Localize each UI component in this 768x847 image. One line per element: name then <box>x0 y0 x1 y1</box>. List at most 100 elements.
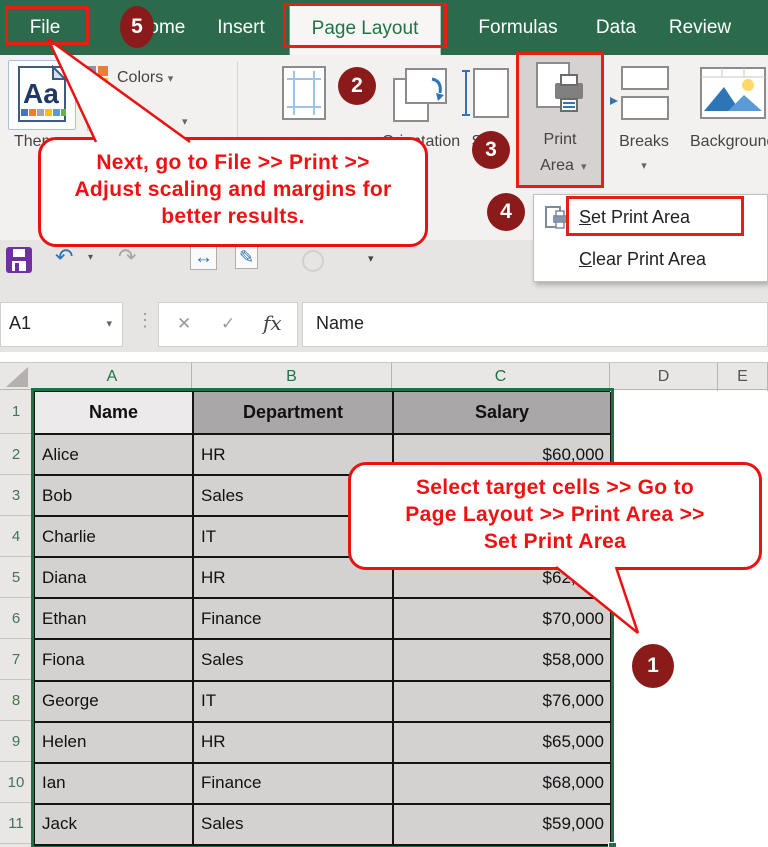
save-icon[interactable] <box>6 247 32 273</box>
qat-chevron-down-icon[interactable]: ▾ <box>368 252 374 265</box>
breaks-chevron-down-icon: ▾ <box>641 159 647 172</box>
separator-dots-icon[interactable]: ⋮ <box>136 310 154 331</box>
cell-b9[interactable]: HR <box>194 723 394 764</box>
cell-a9[interactable]: Helen <box>35 723 194 764</box>
row-number-gutter: 1 2 3 4 5 6 7 8 9 10 11 <box>0 390 32 847</box>
formula-bar[interactable]: Name <box>302 302 768 347</box>
cell-a8[interactable]: George <box>35 682 194 723</box>
undo-icon[interactable]: ↶ <box>55 244 73 270</box>
row-header-8[interactable]: 8 <box>0 680 32 721</box>
clear-print-area-label: Clear Print Area <box>579 249 706 270</box>
tab-formulas[interactable]: Formulas <box>478 0 557 55</box>
callout-set-print-area: Select target cells >> Go to Page Layout… <box>348 462 762 570</box>
breaks-label: Breaks <box>619 133 669 151</box>
formula-bar-value: Name <box>316 313 364 334</box>
row-header-4[interactable]: 4 <box>0 516 32 557</box>
worksheet: A B C D E 1 2 3 4 5 6 7 8 9 10 11 Name D… <box>0 352 768 847</box>
cell-c7[interactable]: $58,000 <box>394 640 612 681</box>
cancel-icon[interactable]: ✕ <box>177 314 191 334</box>
print-area-chevron-down-icon: ▾ <box>581 160 587 173</box>
redo-icon[interactable]: ↷ <box>118 244 136 270</box>
row-header-10[interactable]: 10 <box>0 762 32 803</box>
cell-b8[interactable]: IT <box>194 682 394 723</box>
step-badge-3: 3 <box>472 131 510 169</box>
cell-a1[interactable]: Name <box>35 392 194 435</box>
cell-b10[interactable]: Finance <box>194 764 394 805</box>
enter-check-icon[interactable]: ✓ <box>221 314 235 334</box>
print-area-button[interactable]: Print Area ▾ <box>519 55 601 186</box>
row-header-7[interactable]: 7 <box>0 639 32 680</box>
tab-review[interactable]: Review <box>669 0 731 55</box>
breaks-button[interactable] <box>608 63 672 121</box>
undo-chevron-down-icon[interactable]: ▾ <box>88 252 93 263</box>
set-print-area-icon <box>544 205 570 231</box>
tab-file[interactable]: File <box>30 0 61 55</box>
print-area-label-line2: Area <box>540 157 574 175</box>
cell-b11[interactable]: Sales <box>194 805 394 846</box>
cell-a6[interactable]: Ethan <box>35 599 194 640</box>
column-header-c[interactable]: C <box>392 363 610 391</box>
cell-a3[interactable]: Bob <box>35 476 194 517</box>
fonts-chevron-down-icon[interactable]: ▾ <box>182 115 188 128</box>
menu-item-set-print-area[interactable]: Set Print Area <box>534 197 767 237</box>
row-header-1[interactable]: 1 <box>0 390 32 434</box>
print-area-icon <box>535 61 587 121</box>
background-button[interactable] <box>700 67 768 119</box>
edit-mode-icon[interactable]: ✎ <box>235 246 258 269</box>
fill-handle[interactable] <box>608 842 617 847</box>
colors-button[interactable]: Colors ▾ <box>117 69 173 87</box>
cell-b6[interactable]: Finance <box>194 599 394 640</box>
name-box-value: A1 <box>9 313 31 334</box>
cell-b7[interactable]: Sales <box>194 640 394 681</box>
cell-c1[interactable]: Salary <box>394 392 612 435</box>
size-button[interactable] <box>462 65 512 123</box>
select-all-icon[interactable] <box>6 367 28 387</box>
tab-insert[interactable]: Insert <box>217 0 265 55</box>
row-header-9[interactable]: 9 <box>0 721 32 762</box>
cell-a4[interactable]: Charlie <box>35 517 194 558</box>
fonts-icon[interactable]: A <box>87 107 111 131</box>
column-header-a[interactable]: A <box>33 363 192 391</box>
menu-item-clear-print-area[interactable]: Clear Print Area <box>534 239 767 279</box>
cell-c6[interactable]: $70,000 <box>394 599 612 640</box>
tab-data[interactable]: Data <box>596 0 636 55</box>
cell-c9[interactable]: $65,000 <box>394 723 612 764</box>
cell-a2[interactable]: Alice <box>35 435 194 476</box>
customize-circle-icon[interactable] <box>302 250 324 272</box>
step-badge-4: 4 <box>487 193 525 231</box>
row-header-6[interactable]: 6 <box>0 598 32 639</box>
margins-button[interactable] <box>277 65 331 121</box>
svg-text:Aa: Aa <box>23 78 59 109</box>
column-header-d[interactable]: D <box>610 363 718 391</box>
row-header-11[interactable]: 11 <box>0 803 32 844</box>
background-label: Background <box>690 133 768 151</box>
orientation-button[interactable] <box>392 65 448 123</box>
callout-file-print: Next, go to File >> Print >> Adjust scal… <box>38 137 428 247</box>
row-header-5[interactable]: 5 <box>0 557 32 598</box>
insert-function-icon[interactable]: fx <box>263 311 282 335</box>
cell-b1[interactable]: Department <box>194 392 394 435</box>
callout-set-print-area-line2: Page Layout >> Print Area >> <box>351 501 759 528</box>
cell-c8[interactable]: $76,000 <box>394 682 612 723</box>
cell-a7[interactable]: Fiona <box>35 640 194 681</box>
cell-a10[interactable]: Ian <box>35 764 194 805</box>
cell-a11[interactable]: Jack <box>35 805 194 846</box>
name-box-chevron-down-icon[interactable]: ▾ <box>106 317 112 330</box>
cell-c11[interactable]: $59,000 <box>394 805 612 846</box>
column-header-e[interactable]: E <box>718 363 768 391</box>
callout-file-print-line3: better results. <box>41 203 425 230</box>
data-table: Name Department Salary Alice HR $60,000 … <box>33 390 610 846</box>
row-header-2[interactable]: 2 <box>0 434 32 475</box>
fit-width-icon[interactable]: ↔ <box>190 246 217 270</box>
column-header-b[interactable]: B <box>192 363 392 391</box>
callout-file-print-line2: Adjust scaling and margins for <box>41 176 425 203</box>
tab-page-layout[interactable]: Page Layout <box>290 3 441 55</box>
themes-icon: Aa <box>9 61 75 129</box>
name-box[interactable]: A1 ▾ <box>0 302 123 347</box>
cell-a5[interactable]: Diana <box>35 558 194 599</box>
formula-row: A1 ▾ ⋮ ✕ ✓ fx Name <box>0 298 768 352</box>
row-header-3[interactable]: 3 <box>0 475 32 516</box>
colors-icon[interactable] <box>85 65 109 89</box>
cell-c10[interactable]: $68,000 <box>394 764 612 805</box>
themes-button[interactable]: Aa <box>8 60 76 130</box>
